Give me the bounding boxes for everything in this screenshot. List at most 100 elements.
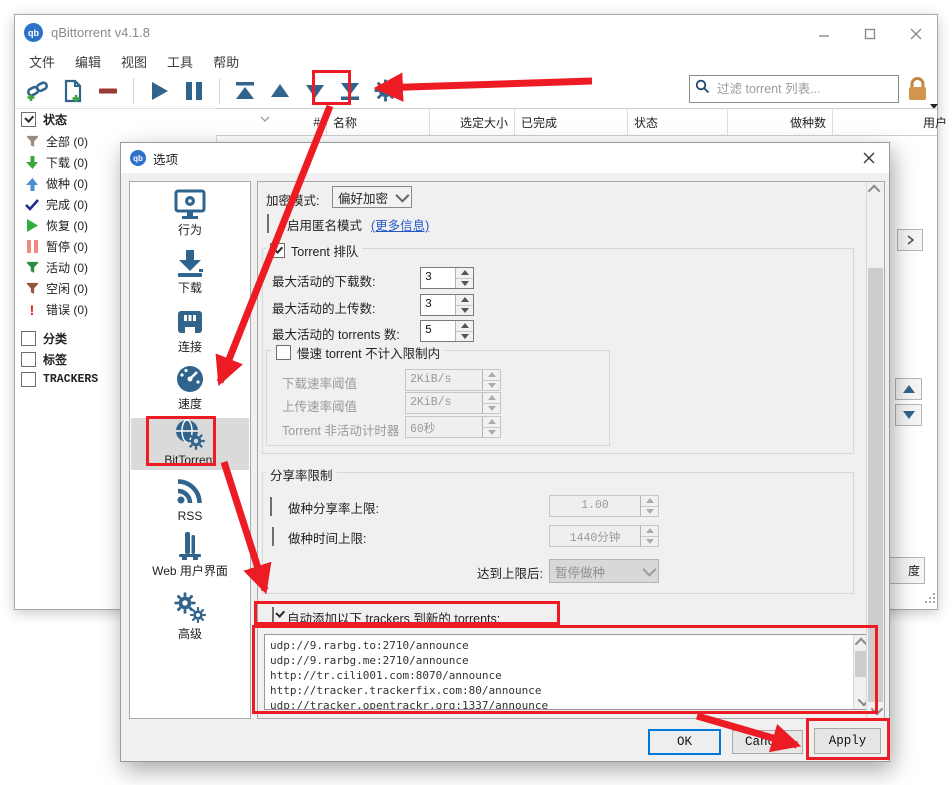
maximize-icon[interactable] (855, 23, 885, 45)
sidebar-trackers[interactable]: TRACKERS (21, 369, 98, 390)
max-uploads-spinner[interactable]: 3 (420, 294, 474, 316)
nav-item-speed[interactable]: 速度 (131, 362, 249, 416)
seed-time-checkbox[interactable] (272, 527, 274, 546)
sidebar-item-label: 全部 (0) (46, 133, 88, 150)
column-size[interactable]: 选定大小 (430, 109, 515, 135)
menu-edit[interactable]: 编辑 (75, 52, 101, 71)
tags-checkbox[interactable] (21, 352, 36, 367)
funnel-active-icon (25, 261, 39, 275)
max-downloads-spinner[interactable]: 3 (420, 267, 474, 289)
categories-checkbox[interactable] (21, 331, 36, 346)
dialog-content: 加密模式: 偏好加密 启用匿名模式 (更多信息) Torrent 排队 最大活动… (257, 181, 885, 719)
sidebar-item-inactive[interactable]: 空闲 (0) (25, 278, 88, 299)
anonymous-more-info-link[interactable]: (更多信息) (371, 215, 429, 234)
nav-item-webui[interactable]: Web 用户界面 (131, 529, 249, 583)
add-torrent-link-icon[interactable] (25, 78, 51, 104)
dialog-close-icon[interactable] (857, 147, 881, 169)
error-exclaim-icon: ! (25, 303, 39, 317)
slow-torrents-title[interactable]: 慢速 torrent 不计入限制内 (272, 343, 444, 362)
sidebar-item-errored[interactable]: ! 错误 (0) (25, 299, 88, 320)
column-user[interactable]: 用户 (833, 109, 952, 135)
spin-down-icon[interactable] (456, 305, 473, 316)
nav-item-connection[interactable]: 连接 (131, 305, 249, 359)
scrollbar-thumb[interactable] (868, 268, 883, 702)
nav-label: RSS (178, 510, 203, 523)
sidebar-item-all[interactable]: 全部 (0) (25, 131, 88, 152)
scroll-up-button[interactable] (895, 378, 922, 400)
nav-item-downloads[interactable]: 下载 (131, 246, 249, 300)
sidebar-item-paused[interactable]: 暂停 (0) (25, 236, 88, 257)
spinner-value[interactable]: 3 (421, 295, 455, 315)
spinner-value[interactable]: 5 (421, 321, 455, 341)
window-controls (809, 23, 931, 45)
pause-icon[interactable] (181, 78, 207, 104)
nav-item-behavior[interactable]: 行为 (131, 188, 249, 242)
resume-icon[interactable] (146, 78, 172, 104)
spin-down-icon[interactable] (456, 278, 473, 289)
menu-tools[interactable]: 工具 (167, 52, 193, 71)
header-scroll-right-button[interactable] (897, 229, 923, 251)
spinner-value[interactable]: 3 (421, 268, 455, 288)
spin-down-icon[interactable] (456, 331, 473, 342)
scroll-down-icon[interactable] (867, 703, 884, 718)
spin-down-icon (641, 536, 658, 547)
spinner-value: 2KiB/s (406, 370, 482, 390)
bottom-priority-icon[interactable] (337, 78, 363, 104)
nav-item-rss[interactable]: RSS (131, 474, 249, 528)
share-ratio-checkbox[interactable] (270, 497, 272, 516)
queueing-title-label: Torrent 排队 (291, 241, 358, 260)
menu-help[interactable]: 帮助 (213, 52, 239, 71)
spin-up-icon[interactable] (456, 295, 473, 305)
encryption-combo[interactable]: 偏好加密 (332, 186, 412, 208)
sidebar-item-downloading[interactable]: 下载 (0) (25, 152, 88, 173)
max-torrents-spinner[interactable]: 5 (420, 320, 474, 342)
trackers-checkbox[interactable] (21, 372, 36, 387)
nav-item-bittorrent[interactable]: BitTorrent (131, 418, 249, 470)
sidebar-tags[interactable]: 标签 (21, 349, 67, 370)
sidebar-item-seeding[interactable]: 做种 (0) (25, 173, 88, 194)
delete-icon[interactable] (95, 78, 121, 104)
search-input[interactable] (715, 81, 893, 97)
sidebar-item-completed[interactable]: 完成 (0) (25, 194, 88, 215)
column-hash[interactable]: # (216, 109, 327, 135)
move-up-icon[interactable] (267, 78, 293, 104)
resize-grip[interactable] (923, 591, 937, 605)
menu-view[interactable]: 视图 (121, 52, 147, 71)
sidebar-item-label: 错误 (0) (46, 301, 88, 318)
apply-button[interactable]: Apply (814, 728, 881, 754)
tracker-list-textarea[interactable]: udp://9.rarbg.to:2710/announce udp://9.r… (264, 634, 870, 710)
column-name[interactable]: 名称 (327, 109, 430, 135)
sidebar-categories[interactable]: 分类 (21, 328, 67, 349)
spin-up-icon[interactable] (456, 268, 473, 278)
spin-up-icon[interactable] (456, 321, 473, 331)
scroll-up-icon[interactable] (867, 182, 884, 197)
close-icon[interactable] (901, 23, 931, 45)
sidebar-item-resumed[interactable]: 恢复 (0) (25, 215, 88, 236)
anonymous-checkbox[interactable] (267, 214, 269, 233)
top-priority-icon[interactable] (232, 78, 258, 104)
funnel-all-icon (25, 135, 39, 149)
ok-button[interactable]: OK (648, 729, 721, 755)
lock-icon[interactable] (905, 76, 930, 109)
options-gear-icon[interactable] (372, 78, 398, 104)
minimize-icon[interactable] (809, 23, 839, 45)
triangle-down-icon (903, 411, 915, 419)
move-down-icon[interactable] (302, 78, 328, 104)
cancel-button[interactable]: Cancel (732, 730, 803, 754)
scroll-down-button[interactable] (895, 404, 922, 426)
dialog-scrollbar[interactable] (866, 182, 884, 718)
status-checkbox[interactable] (21, 112, 36, 127)
menu-file[interactable]: 文件 (29, 52, 55, 71)
sidebar-item-label: 空闲 (0) (46, 280, 88, 297)
nav-item-advanced[interactable]: 高级 (131, 590, 249, 644)
column-status[interactable]: 状态 (628, 109, 728, 135)
column-done[interactable]: 已完成 (515, 109, 628, 135)
queueing-group-title[interactable]: Torrent 排队 (266, 241, 362, 260)
queueing-checkbox[interactable] (270, 243, 285, 258)
column-seeds[interactable]: 做种数 (728, 109, 833, 135)
slow-torrents-checkbox[interactable] (276, 345, 291, 360)
auto-add-trackers-checkbox[interactable] (272, 607, 274, 626)
add-torrent-file-icon[interactable] (60, 78, 86, 104)
sidebar-item-active[interactable]: 活动 (0) (25, 257, 88, 278)
sidebar-status-header[interactable]: 状态 (21, 109, 67, 130)
